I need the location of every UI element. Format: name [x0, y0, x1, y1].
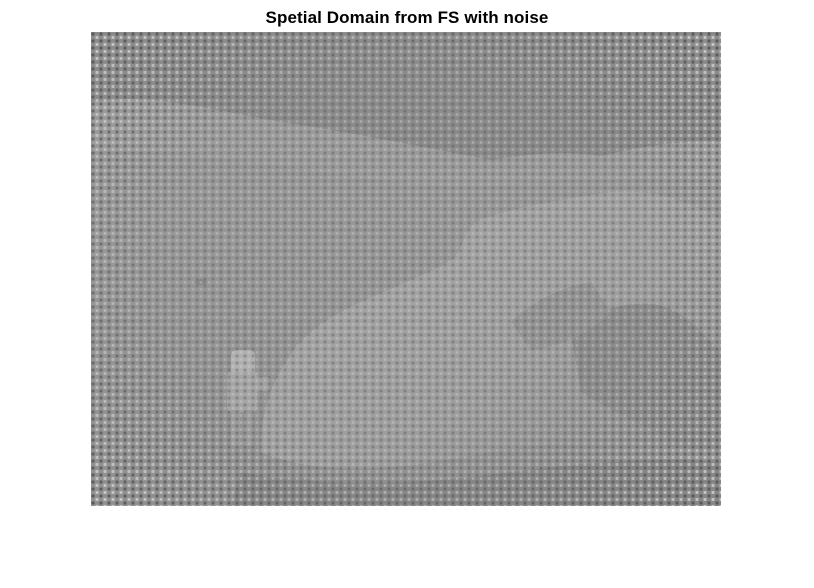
image-axes: [91, 32, 721, 506]
figure-title: Spetial Domain from FS with noise: [265, 8, 549, 27]
noisy-moon-image: [91, 32, 721, 506]
noise-overlay-edges: [91, 32, 721, 506]
figure-window: Spetial Domain from FS with noise: [0, 0, 814, 588]
